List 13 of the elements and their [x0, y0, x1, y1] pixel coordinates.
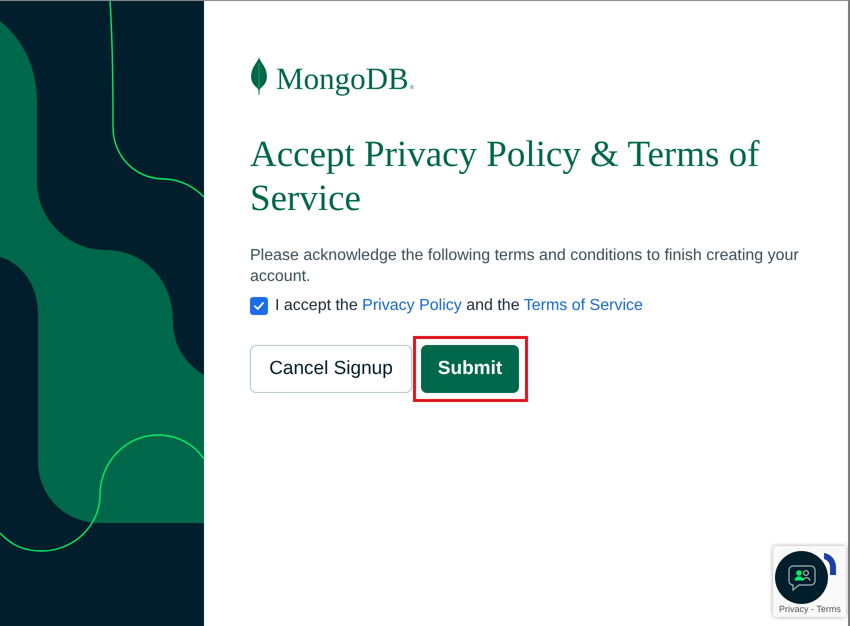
- checkmark-icon: [254, 302, 264, 310]
- page-heading: Accept Privacy Policy & Terms of Service: [250, 133, 760, 221]
- badge-links[interactable]: Privacy - Terms: [779, 604, 841, 615]
- text-link[interactable]: Privacy Policy: [362, 297, 462, 314]
- consent-label: I accept the Privacy Policy and the Terms of Service: [275, 296, 643, 316]
- leaf-logo-icon: [250, 57, 268, 95]
- consent-checkbox[interactable]: [250, 297, 268, 315]
- circular-arrow-icon: [824, 553, 836, 575]
- chat-bubble-icon: [788, 564, 816, 590]
- cancel-button[interactable]: Cancel Signup: [250, 345, 412, 393]
- instructions-text: Please acknowledge the following terms and conditions to finish creating your account.: [250, 246, 800, 287]
- text-link[interactable]: Terms of Service: [524, 297, 643, 314]
- submit-button[interactable]: Submit: [421, 345, 519, 393]
